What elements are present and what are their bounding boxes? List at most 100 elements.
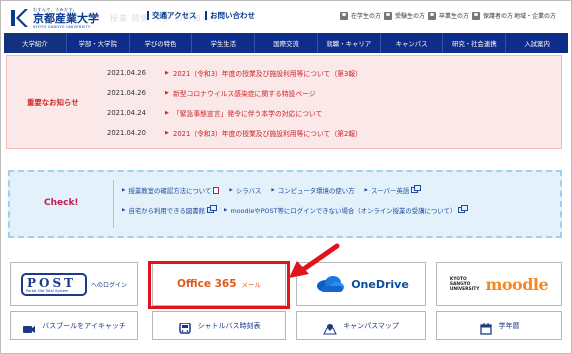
notices-list: 2021.04.26 ▶ 2021（令和3）年度の授業及び施設利用等について（第… (107, 63, 547, 143)
notice-date: 2021.04.26 (107, 89, 146, 97)
calendar-icon (479, 320, 493, 335)
triangle-icon: ▶ (229, 187, 233, 193)
audience-label: 在学生の方 (351, 13, 382, 20)
nav-item-campus[interactable]: キャンパス (381, 33, 444, 53)
check-row: ▶ 授業教室の確認方法について ▶ シラバス ▶ コンピュータ環境の使い方 ▶ … (122, 180, 542, 200)
alumni-icon (428, 11, 436, 20)
notice-item[interactable]: 2021.04.24 ▶ 「緊急事態宣言」発令に伴う本学の対応について (107, 103, 547, 123)
current-students-icon (340, 11, 348, 20)
logo-english: KYOTO SANGYO UNIVERSITY (33, 25, 91, 29)
audience-alumni[interactable]: 卒業生の方 (428, 11, 469, 20)
nav-item-career[interactable]: 就職・キャリア (318, 33, 381, 53)
logo-mark-icon (8, 7, 30, 29)
notice-arrow-icon: ▶ (165, 130, 169, 136)
audience-current-students[interactable]: 在学生の方 (340, 11, 381, 20)
bus-icon (178, 320, 192, 334)
shuttle-bus-label: シャトルバス時刻表 (197, 321, 261, 330)
computer-env-link[interactable]: ▶ コンピュータ環境の使い方 (271, 186, 354, 195)
link-label: コンピュータ環境の使い方 (277, 186, 355, 195)
notice-item[interactable]: 2021.04.20 ▶ 2021（令和3）年度の授業及び施設利用等について（第… (107, 123, 547, 143)
audience-label: 受験生の方 (395, 13, 426, 20)
post-login-label: へのログイン (90, 281, 127, 289)
audience-label: 保護者の方 (483, 13, 514, 20)
moodle-tile[interactable]: KYOTO SANGYO UNIVERSITY moodle (436, 262, 562, 306)
check-label: Check! (44, 198, 79, 208)
post-subtitle: Portal Site Total System (25, 288, 69, 293)
nav-item-student-life[interactable]: 学生生活 (192, 33, 256, 53)
audience-label: 卒業生の方 (439, 13, 470, 20)
university-logo[interactable]: むすんで、うみだす。 京都産業大学 KYOTO SANGYO UNIVERSIT… (8, 5, 99, 31)
post-word: POST (26, 275, 77, 290)
moodle-university-label: KYOTO SANGYO UNIVERSITY (450, 277, 480, 292)
contact-link-label: お問い合わせ (210, 11, 255, 20)
bus-catch-label: バスブールをアイキャッチ (42, 321, 126, 330)
important-notices: 重要なお知らせ 2021.04.26 ▶ 2021（令和3）年度の授業及び施設利… (6, 55, 562, 149)
access-link[interactable]: 交通アクセス (147, 10, 197, 21)
nav-item-research[interactable]: 研究・社会連携 (443, 33, 507, 53)
notices-title: 重要なお知らせ (27, 98, 79, 107)
triangle-icon: ▶ (122, 187, 126, 193)
nav-item-faculties[interactable]: 学部・大学院 (67, 33, 130, 53)
pdf-icon (213, 186, 220, 194)
notice-arrow-icon: ▶ (165, 90, 169, 96)
link-label: スーパー英語 (370, 186, 410, 195)
link-label: 自宅から利用できる図書館 (128, 206, 206, 215)
external-link-icon (411, 185, 422, 193)
triangle-icon: ▶ (224, 207, 228, 213)
syllabus-link[interactable]: ▶ シラバス (229, 186, 261, 195)
nav-item-admissions[interactable]: 入試案内 (506, 33, 568, 53)
check-row: ▶ 自宅から利用できる図書館 ▶ moodleやPOST等にログインできない場合… (122, 200, 542, 220)
home-library-link[interactable]: ▶ 自宅から利用できる図書館 (122, 205, 218, 215)
uni-line: UNIVERSITY (449, 286, 480, 292)
link-label: moodleやPOST等にログインできない場合（オンライン授業の受講について） (230, 206, 457, 215)
onedrive-label: OneDrive (351, 277, 409, 291)
contact-link-bar (205, 11, 207, 20)
notice-date: 2021.04.26 (107, 69, 146, 77)
moodle-logo: moodle (485, 274, 549, 294)
audience-parents[interactable]: 保護者の方 (472, 11, 513, 20)
triangle-icon: ▶ (271, 187, 275, 193)
external-link-icon (458, 205, 469, 213)
audience-applicants[interactable]: 受験生の方 (384, 11, 425, 20)
contact-link[interactable]: お問い合わせ (205, 10, 255, 21)
shuttle-bus-tile[interactable]: シャトルバス時刻表 (152, 311, 286, 340)
notice-date: 2021.04.20 (107, 129, 146, 137)
applicants-icon (384, 11, 392, 20)
login-help-link[interactable]: ▶ moodleやPOST等にログインできない場合（オンライン授業の受講について… (224, 205, 469, 215)
bus-camera-icon (22, 320, 36, 333)
post-logo: POST Portal Site Total System (20, 272, 87, 296)
nav-item-features[interactable]: 学びの特色 (130, 33, 193, 53)
audience-community[interactable]: 地域・企業の方 (514, 11, 556, 20)
notice-link[interactable]: 「緊急事態宣言」発令に伴う本学の対応について (173, 108, 322, 118)
super-english-link[interactable]: ▶ スーパー英語 (364, 185, 422, 195)
notice-link[interactable]: 2021（令和3）年度の授業及び施設利用等について（第2報） (173, 128, 362, 138)
global-nav: 大学紹介 学部・大学院 学びの特色 学生生活 国際交流 就職・キャリア キャンパ… (4, 33, 568, 53)
audience-label: 地域・企業の方 (514, 13, 557, 20)
access-link-label: 交通アクセス (152, 11, 197, 20)
highlight-box (148, 261, 290, 309)
notice-link[interactable]: 2021（令和3）年度の授業及び施設利用等について（第3報） (173, 68, 362, 78)
logo-name: 京都産業大学 (33, 12, 99, 25)
notice-item[interactable]: 2021.04.26 ▶ 新型コロナウイルス感染症に関する特設ページ (107, 83, 547, 103)
triangle-icon: ▶ (364, 187, 368, 193)
nav-item-international[interactable]: 国際交流 (255, 33, 318, 53)
classroom-check-link[interactable]: ▶ 授業教室の確認方法について (122, 186, 220, 195)
parents-icon (472, 11, 480, 20)
access-link-bar (147, 11, 149, 20)
campus-map-label: キャンパスマップ (343, 321, 399, 330)
notice-link[interactable]: 新型コロナウイルス感染症に関する特設ページ (173, 88, 316, 98)
link-label: 授業教室の確認方法について (128, 186, 212, 195)
check-links-box: Check! ▶ 授業教室の確認方法について ▶ シラバス ▶ コンピュータ環境… (8, 170, 562, 238)
red-arrow-icon (289, 243, 340, 278)
notice-arrow-icon: ▶ (165, 70, 169, 76)
check-divider (113, 180, 114, 228)
external-link-icon (207, 205, 218, 213)
post-login-tile[interactable]: POST Portal Site Total System へのログイン (10, 262, 138, 306)
academic-calendar-tile[interactable]: 学年暦 (436, 311, 562, 340)
campus-map-tile[interactable]: キャンパスマップ (296, 311, 426, 340)
bus-catch-tile[interactable]: バスブールをアイキャッチ (10, 311, 138, 340)
nav-item-about[interactable]: 大学紹介 (4, 33, 67, 53)
link-label: シラバス (235, 186, 262, 195)
notice-arrow-icon: ▶ (165, 110, 169, 116)
notice-item[interactable]: 2021.04.26 ▶ 2021（令和3）年度の授業及び施設利用等について（第… (107, 63, 547, 83)
